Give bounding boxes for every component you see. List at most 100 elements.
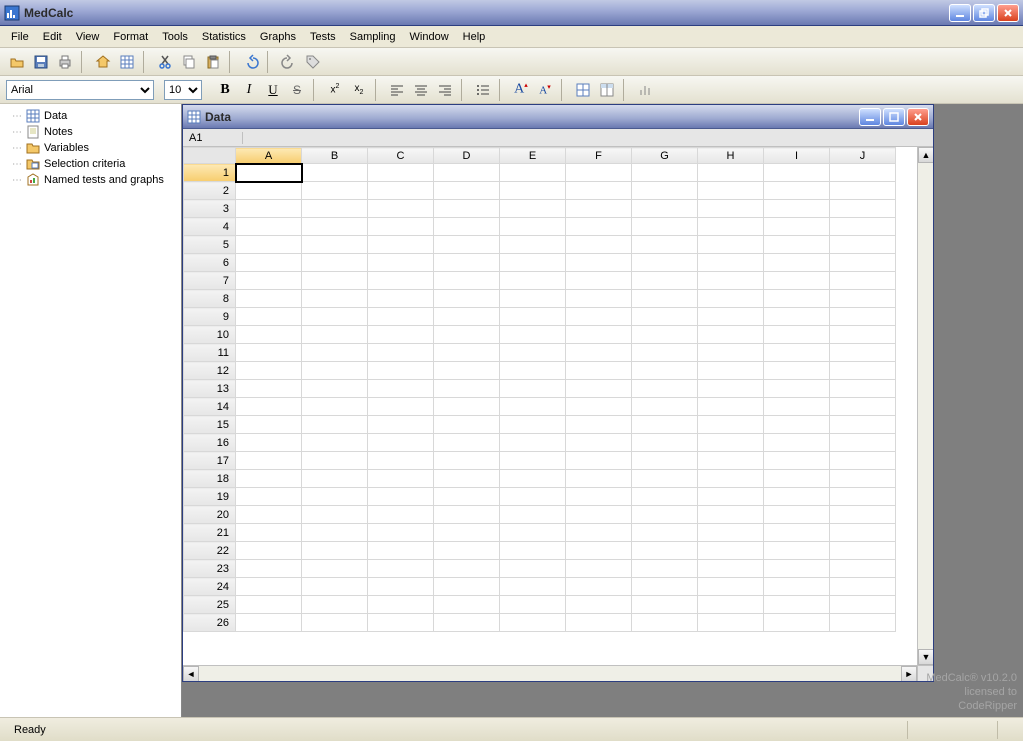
- row-header[interactable]: 1: [184, 164, 236, 182]
- child-maximize-button[interactable]: [883, 108, 905, 126]
- cell[interactable]: [830, 290, 896, 308]
- cell[interactable]: [830, 398, 896, 416]
- cell[interactable]: [566, 182, 632, 200]
- cell[interactable]: [368, 290, 434, 308]
- cell[interactable]: [566, 164, 632, 182]
- column-header[interactable]: D: [434, 148, 500, 164]
- cell[interactable]: [830, 596, 896, 614]
- row-header[interactable]: 3: [184, 200, 236, 218]
- cell[interactable]: [698, 416, 764, 434]
- cell[interactable]: [236, 470, 302, 488]
- menu-graphs[interactable]: Graphs: [253, 29, 303, 45]
- cell[interactable]: [500, 308, 566, 326]
- cell[interactable]: [500, 434, 566, 452]
- bold-button[interactable]: B: [214, 79, 236, 101]
- cell[interactable]: [368, 542, 434, 560]
- subscript-button[interactable]: x2: [348, 79, 370, 101]
- menu-edit[interactable]: Edit: [36, 29, 69, 45]
- italic-button[interactable]: I: [238, 79, 260, 101]
- align-left-button[interactable]: [386, 79, 408, 101]
- cell[interactable]: [302, 218, 368, 236]
- row-header[interactable]: 7: [184, 272, 236, 290]
- scroll-left-button[interactable]: ◄: [183, 666, 199, 681]
- cell[interactable]: [830, 182, 896, 200]
- row-header[interactable]: 24: [184, 578, 236, 596]
- cell[interactable]: [500, 200, 566, 218]
- cell[interactable]: [434, 560, 500, 578]
- cell[interactable]: [302, 542, 368, 560]
- cell[interactable]: [566, 506, 632, 524]
- cell[interactable]: [434, 236, 500, 254]
- cell[interactable]: [698, 308, 764, 326]
- cell[interactable]: [698, 362, 764, 380]
- cell[interactable]: [566, 308, 632, 326]
- cell[interactable]: [632, 308, 698, 326]
- minimize-button[interactable]: [949, 4, 971, 22]
- cut-icon[interactable]: [154, 51, 176, 73]
- cell[interactable]: [302, 164, 368, 182]
- cell[interactable]: [434, 578, 500, 596]
- cell[interactable]: [566, 524, 632, 542]
- cell[interactable]: [500, 488, 566, 506]
- cell[interactable]: [500, 452, 566, 470]
- cell[interactable]: [698, 614, 764, 632]
- cell[interactable]: [500, 398, 566, 416]
- font-size-select[interactable]: 10: [164, 80, 202, 100]
- undo-icon[interactable]: [240, 51, 262, 73]
- cell[interactable]: [368, 416, 434, 434]
- cell[interactable]: [830, 344, 896, 362]
- cell[interactable]: [632, 470, 698, 488]
- cell[interactable]: [632, 290, 698, 308]
- cell[interactable]: [434, 326, 500, 344]
- cell[interactable]: [632, 218, 698, 236]
- cell[interactable]: [368, 596, 434, 614]
- row-header[interactable]: 9: [184, 308, 236, 326]
- cell[interactable]: [764, 578, 830, 596]
- cell[interactable]: [566, 290, 632, 308]
- cell[interactable]: [368, 614, 434, 632]
- cell[interactable]: [434, 362, 500, 380]
- cell[interactable]: [632, 326, 698, 344]
- row-header[interactable]: 10: [184, 326, 236, 344]
- cell[interactable]: [500, 596, 566, 614]
- menu-tools[interactable]: Tools: [155, 29, 195, 45]
- cell[interactable]: [566, 614, 632, 632]
- row-header[interactable]: 18: [184, 470, 236, 488]
- cell[interactable]: [434, 344, 500, 362]
- close-button[interactable]: [997, 4, 1019, 22]
- cell[interactable]: [236, 398, 302, 416]
- cell[interactable]: [500, 326, 566, 344]
- row-header[interactable]: 17: [184, 452, 236, 470]
- cell[interactable]: [764, 254, 830, 272]
- cell[interactable]: [566, 416, 632, 434]
- select-all-corner[interactable]: [184, 148, 236, 164]
- cell[interactable]: [236, 560, 302, 578]
- menu-statistics[interactable]: Statistics: [195, 29, 253, 45]
- scroll-up-button[interactable]: ▲: [918, 147, 933, 163]
- cell[interactable]: [368, 308, 434, 326]
- cell[interactable]: [368, 218, 434, 236]
- cell[interactable]: [302, 308, 368, 326]
- cell[interactable]: [434, 542, 500, 560]
- cell[interactable]: [302, 200, 368, 218]
- cell[interactable]: [566, 236, 632, 254]
- chart-icon[interactable]: [634, 79, 656, 101]
- row-header[interactable]: 20: [184, 506, 236, 524]
- cell[interactable]: [368, 398, 434, 416]
- tree-item-variables[interactable]: ⋯ Variables: [2, 140, 179, 156]
- cell[interactable]: [236, 344, 302, 362]
- align-right-button[interactable]: [434, 79, 456, 101]
- cell[interactable]: [236, 596, 302, 614]
- underline-button[interactable]: U: [262, 79, 284, 101]
- cell[interactable]: [302, 290, 368, 308]
- cell[interactable]: [368, 380, 434, 398]
- cell[interactable]: [302, 254, 368, 272]
- cell[interactable]: [236, 434, 302, 452]
- cell[interactable]: [302, 398, 368, 416]
- cell[interactable]: [236, 308, 302, 326]
- tree-item-notes[interactable]: ⋯ Notes: [2, 124, 179, 140]
- cell[interactable]: [368, 506, 434, 524]
- cell[interactable]: [368, 470, 434, 488]
- cell[interactable]: [698, 254, 764, 272]
- cell[interactable]: [434, 200, 500, 218]
